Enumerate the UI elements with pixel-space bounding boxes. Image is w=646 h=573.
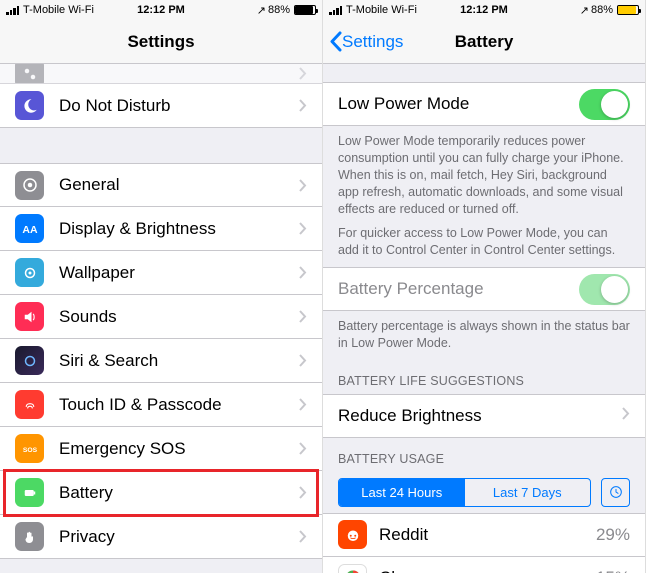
status-bar: T-Mobile Wi-Fi 12:12 PM ↗ 88% [323,0,645,20]
location-arrow-icon: ↗ [580,4,589,17]
battery-icon [15,478,44,507]
hand-icon [15,522,44,551]
display-icon: AA [15,214,44,243]
low-power-footer-2: For quicker access to Low Power Mode, yo… [323,225,645,267]
page-title: Settings [127,32,194,52]
svg-text:SOS: SOS [22,447,37,454]
row-label: Battery Percentage [338,279,579,299]
chevron-right-icon [299,530,307,543]
chevron-right-icon [299,222,307,235]
gear-icon [15,171,44,200]
row-label: Privacy [59,527,299,547]
settings-row-touchid[interactable]: Touch ID & Passcode [0,383,322,427]
segment-7d[interactable]: Last 7 Days [465,479,591,506]
moon-icon [15,91,44,120]
chevron-right-icon [299,67,307,80]
clock-icon [608,484,624,500]
segment-24h[interactable]: Last 24 Hours [339,479,465,506]
clock: 12:12 PM [460,4,508,16]
row-label: Touch ID & Passcode [59,395,299,415]
row-label: Emergency SOS [59,439,299,459]
row-label: Reduce Brightness [338,406,622,426]
chevron-right-icon [299,398,307,411]
battery-icon [294,5,316,15]
status-bar: T-Mobile Wi-Fi 12:12 PM ↗ 88% [0,0,322,20]
usage-percent: 15% [596,568,630,573]
wallpaper-icon [15,258,44,287]
control-center-icon [21,65,39,83]
battery-pane: T-Mobile Wi-Fi 12:12 PM ↗ 88% Settings B… [323,0,646,573]
chevron-left-icon [329,31,342,52]
settings-row-privacy[interactable]: Privacy [0,515,322,559]
battery-percent: 88% [591,4,613,16]
low-power-mode-switch[interactable] [579,89,630,120]
battery-percentage-row: Battery Percentage [323,267,645,311]
settings-row-display[interactable]: AA Display & Brightness [0,207,322,251]
row-label: Low Power Mode [338,94,579,114]
signal-icon [6,6,19,15]
chevron-right-icon [299,266,307,279]
usage-period-segmented[interactable]: Last 24 Hours Last 7 Days [338,478,591,507]
signal-icon [329,6,342,15]
sos-icon: SOS [15,434,44,463]
page-title: Battery [455,32,514,52]
settings-row-dnd[interactable]: Do Not Disturb [0,84,322,128]
chevron-right-icon [299,99,307,112]
suggestions-header: BATTERY LIFE SUGGESTIONS [323,360,645,394]
chevron-right-icon [299,486,307,499]
row-label: Sounds [59,307,299,327]
clock-button[interactable] [601,478,630,507]
usage-percent: 29% [596,525,630,545]
battery-percent: 88% [268,4,290,16]
svg-text:AA: AA [22,223,38,235]
reddit-icon [338,520,367,549]
chevron-right-icon [299,442,307,455]
row-label: Wallpaper [59,263,299,283]
row-label: Battery [59,483,299,503]
settings-row-wallpaper[interactable]: Wallpaper [0,251,322,295]
usage-row-chrome[interactable]: Chrome 15% [323,557,645,573]
usage-row-reddit[interactable]: Reddit 29% [323,513,645,557]
app-label: Reddit [379,525,596,545]
settings-row-control-center[interactable] [0,64,322,84]
settings-row-siri[interactable]: Siri & Search [0,339,322,383]
usage-header: BATTERY USAGE [323,438,645,472]
back-label: Settings [342,32,403,52]
row-label: Display & Brightness [59,219,299,239]
speaker-icon [15,302,44,331]
nav-bar: Settings [0,20,322,64]
settings-row-general[interactable]: General [0,163,322,207]
siri-icon [15,346,44,375]
settings-row-sounds[interactable]: Sounds [0,295,322,339]
settings-row-sos[interactable]: SOS Emergency SOS [0,427,322,471]
row-label: Do Not Disturb [59,96,299,116]
row-label: Siri & Search [59,351,299,371]
row-label: General [59,175,299,195]
app-label: Chrome [379,568,596,573]
chevron-right-icon [299,179,307,192]
fingerprint-icon [15,390,44,419]
chevron-right-icon [299,354,307,367]
reduce-brightness-row[interactable]: Reduce Brightness [323,394,645,438]
chevron-right-icon [299,310,307,323]
chevron-right-icon [622,407,630,425]
carrier-label: T-Mobile Wi-Fi [23,4,94,16]
battery-percentage-switch[interactable] [579,274,630,305]
carrier-label: T-Mobile Wi-Fi [346,4,417,16]
clock: 12:12 PM [137,4,185,16]
battery-icon [617,5,639,15]
chrome-icon [338,564,367,573]
low-power-footer-1: Low Power Mode temporarily reduces power… [323,126,645,225]
nav-bar: Settings Battery [323,20,645,64]
battery-percentage-footer: Battery percentage is always shown in th… [323,311,645,360]
location-arrow-icon: ↗ [257,4,266,17]
settings-pane: T-Mobile Wi-Fi 12:12 PM ↗ 88% Settings D… [0,0,323,573]
back-button[interactable]: Settings [323,31,403,52]
settings-row-battery[interactable]: Battery [0,471,322,515]
low-power-mode-row: Low Power Mode [323,82,645,126]
